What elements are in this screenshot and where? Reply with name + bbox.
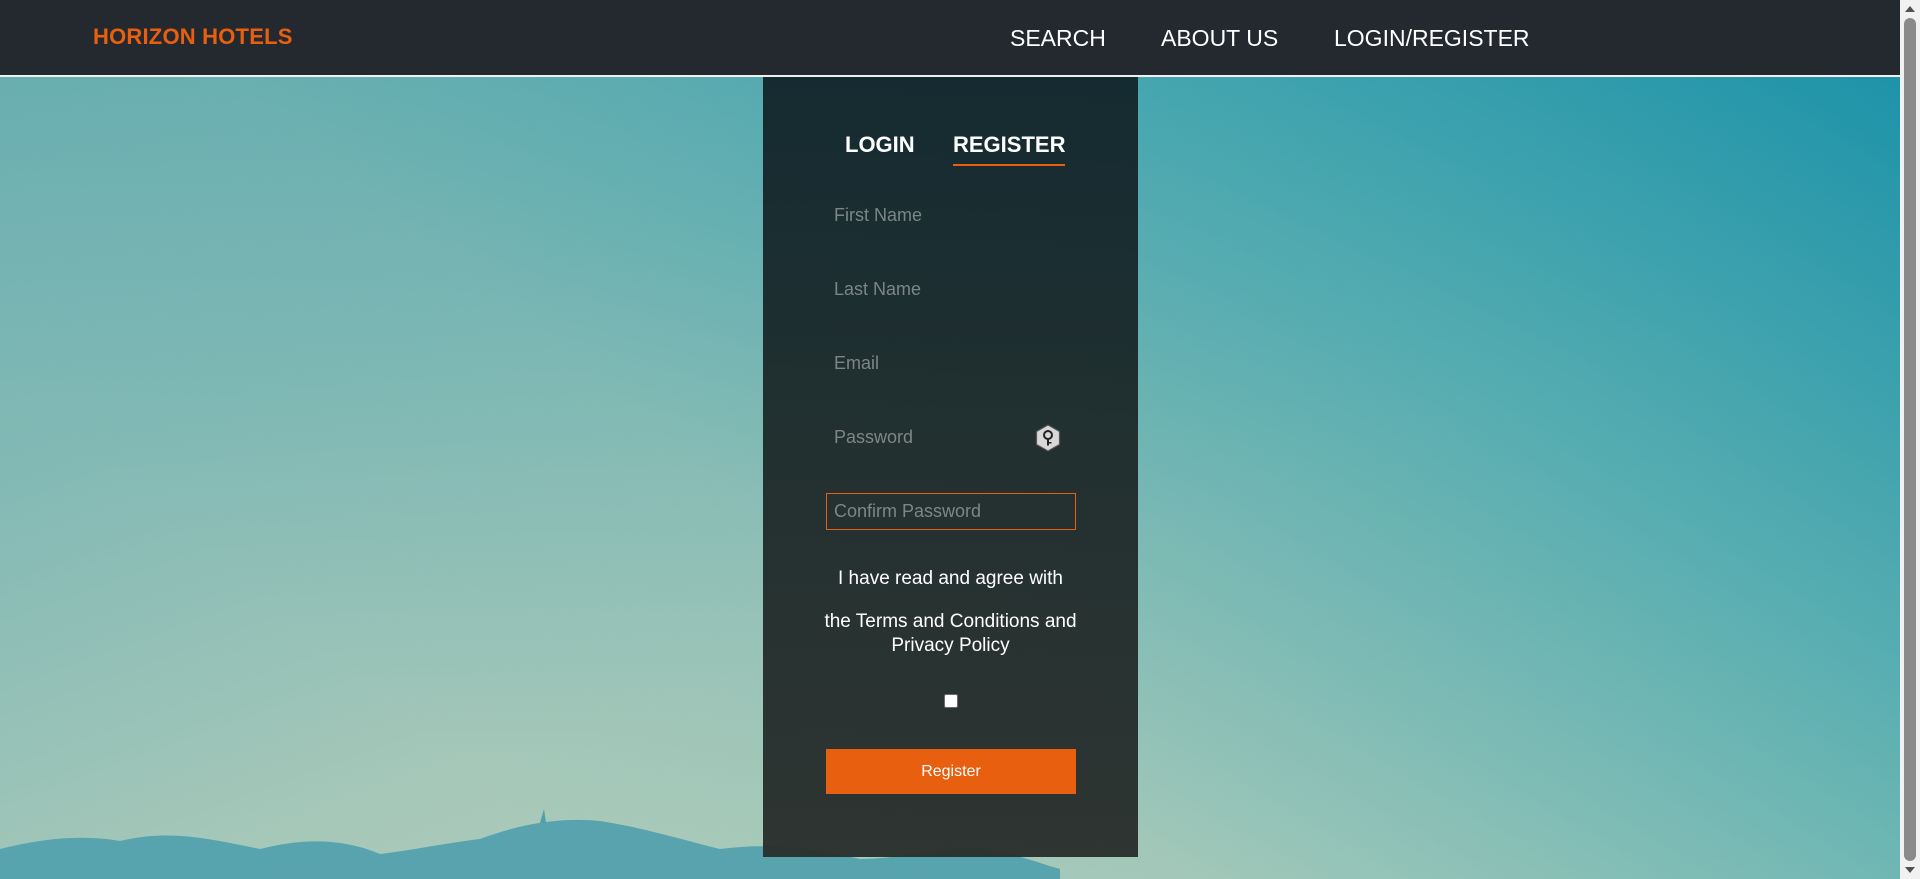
confirm-password-input[interactable] xyxy=(826,493,1076,530)
top-navbar: HORIZON HOTELS SEARCH ABOUT US LOGIN/REG… xyxy=(0,0,1900,77)
nav-search-link[interactable]: SEARCH xyxy=(1010,25,1106,52)
email-input[interactable] xyxy=(826,345,1076,382)
last-name-input[interactable] xyxy=(826,271,1076,308)
register-button[interactable]: Register xyxy=(826,749,1076,794)
vertical-scrollbar[interactable] xyxy=(1900,0,1920,879)
scroll-down-arrow-icon[interactable] xyxy=(1905,867,1915,873)
scroll-up-arrow-icon[interactable] xyxy=(1905,6,1915,12)
nav-about-link[interactable]: ABOUT US xyxy=(1161,25,1278,52)
brand-logo[interactable]: HORIZON HOTELS xyxy=(93,24,293,50)
register-panel: LOGIN REGISTER I have read and agree wit… xyxy=(763,77,1138,857)
terms-conditions-text: the Terms and Conditions and Privacy Pol… xyxy=(824,611,1077,656)
page: HORIZON HOTELS SEARCH ABOUT US LOGIN/REG… xyxy=(0,0,1920,879)
scrollbar-thumb[interactable] xyxy=(1904,18,1916,861)
agree-terms-checkbox[interactable] xyxy=(944,694,958,708)
tab-register[interactable]: REGISTER xyxy=(953,132,1066,166)
key-icon[interactable] xyxy=(1034,424,1062,452)
terms-text-line1: I have read and agree with xyxy=(838,568,1063,589)
tab-login[interactable]: LOGIN xyxy=(845,132,915,164)
nav-login-register-link[interactable]: LOGIN/REGISTER xyxy=(1334,25,1530,52)
first-name-input[interactable] xyxy=(826,197,1076,234)
